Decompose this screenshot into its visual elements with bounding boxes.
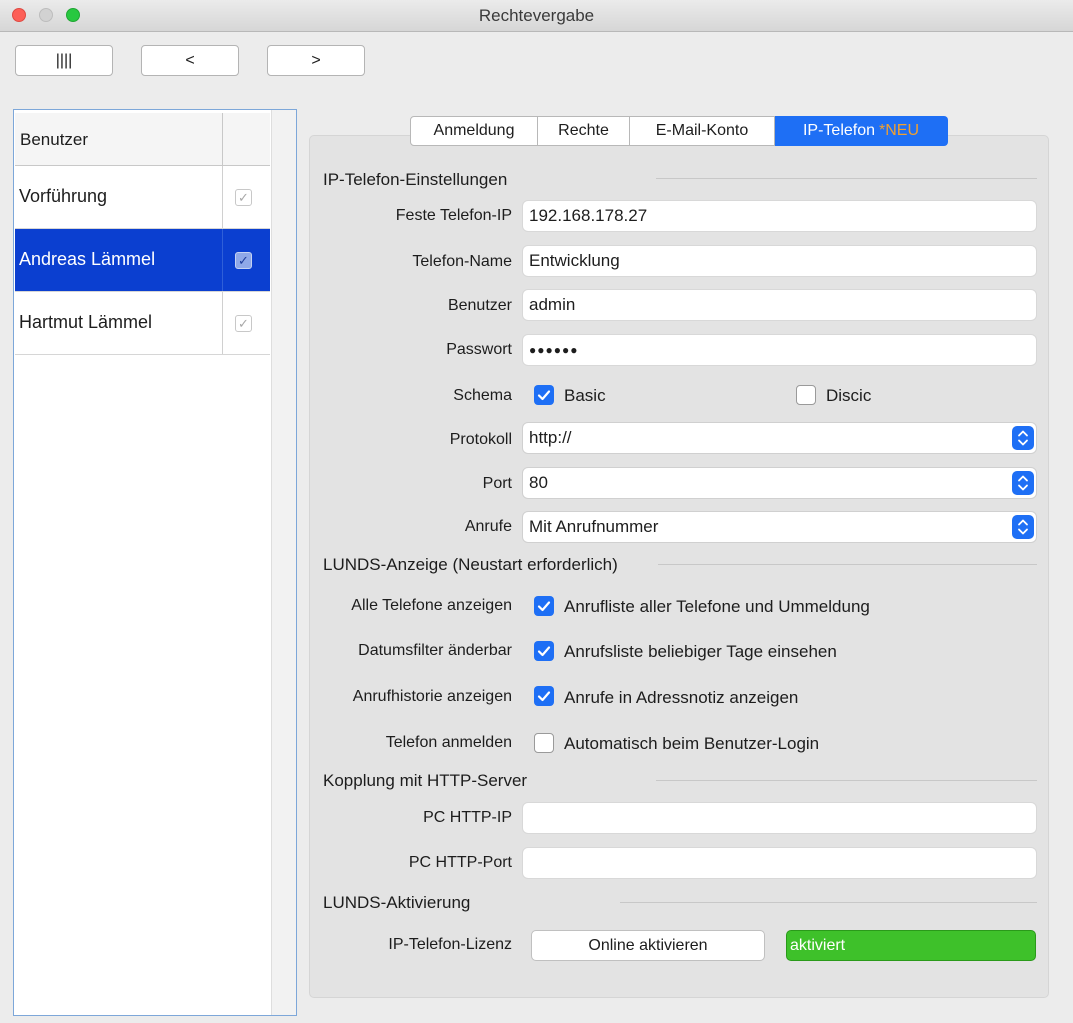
tab-label: IP-Telefon (802, 122, 876, 139)
section-lunds-display: LUNDS-Anzeige (Neustart erforderlich) (323, 555, 618, 574)
protocol-label: Protokoll (449, 431, 512, 448)
user-row[interactable]: Vorführung ✓ (15, 166, 270, 229)
activation-status: aktiviert (786, 930, 1036, 961)
date-filter-option: Anrufsliste beliebiger Tage einsehen (564, 642, 837, 661)
user-field[interactable]: admin (522, 289, 1037, 321)
new-badge: *NEU (879, 122, 920, 139)
checkmark-icon (537, 390, 551, 401)
fixed-ip-label: Feste Telefon-IP (395, 207, 512, 224)
date-filter-label: Datumsfilter änderbar (358, 642, 512, 659)
show-all-phones-option: Anrufliste aller Telefone und Ummeldung (564, 597, 870, 616)
phone-login-option: Automatisch beim Benutzer-Login (564, 734, 820, 753)
call-history-option: Anrufe in Adressnotiz anzeigen (564, 688, 799, 707)
license-label: IP-Telefon-Lizenz (388, 936, 512, 953)
divider (656, 178, 1037, 179)
user-enabled-checkbox[interactable]: ✓ (235, 189, 252, 206)
phone-name-label: Telefon-Name (412, 253, 512, 270)
calls-value: Mit Anrufnummer (529, 517, 659, 536)
checkmark-icon (537, 646, 551, 657)
protocol-value: http:// (529, 428, 572, 447)
password-label: Passwort (446, 341, 512, 358)
schema-label: Schema (453, 387, 512, 404)
user-row-selected[interactable]: Andreas Lämmel ✓ (15, 229, 270, 292)
section-ip-settings: IP-Telefon-Einstellungen (323, 170, 508, 189)
user-enabled-checkbox[interactable]: ✓ (235, 315, 252, 332)
user-list-scrollbar[interactable] (271, 110, 296, 1015)
select-arrows-icon (1012, 515, 1034, 539)
section-http-server: Kopplung mit HTTP-Server (323, 771, 528, 790)
next-button[interactable]: > (267, 45, 365, 76)
user-enabled-checkbox[interactable]: ✓ (235, 252, 252, 269)
schema-discic-checkbox[interactable] (796, 385, 816, 405)
tab-rechte[interactable]: Rechte (538, 116, 630, 146)
show-all-phones-label: Alle Telefone anzeigen (351, 597, 512, 614)
user-label: Benutzer (447, 297, 512, 314)
call-history-checkbox[interactable] (534, 686, 554, 706)
pc-http-ip-field[interactable] (522, 802, 1037, 834)
port-label: Port (482, 475, 512, 492)
user-row[interactable]: Hartmut Lämmel ✓ (15, 292, 270, 355)
schema-basic-checkbox[interactable] (534, 385, 554, 405)
select-arrows-icon (1012, 426, 1034, 450)
window-title: Rechtevergabe (478, 6, 595, 25)
checkmark-icon (537, 691, 551, 702)
pc-http-port-field[interactable] (522, 847, 1037, 879)
pc-http-ip-label: PC HTTP-IP (423, 809, 512, 826)
port-select[interactable]: 80 (522, 467, 1037, 499)
call-history-label: Anrufhistorie anzeigen (352, 688, 512, 705)
port-value: 80 (529, 473, 548, 492)
date-filter-checkbox[interactable] (534, 641, 554, 661)
user-list-header: Benutzer (15, 113, 270, 166)
user-list[interactable]: Benutzer Vorführung ✓ Andreas Lämmel ✓ H… (13, 109, 297, 1016)
previous-button[interactable]: < (141, 45, 239, 76)
tab-email-konto[interactable]: E-Mail-Konto (630, 116, 775, 146)
tab-ip-telefon[interactable]: IP-Telefon *NEU (775, 116, 948, 146)
tab-anmeldung[interactable]: Anmeldung (410, 116, 538, 146)
user-name: Andreas Lämmel (19, 249, 156, 269)
user-name: Hartmut Lämmel (19, 312, 153, 332)
select-arrows-icon (1012, 471, 1034, 495)
protocol-select[interactable]: http:// (522, 422, 1037, 454)
phone-name-field[interactable]: Entwicklung (522, 245, 1037, 277)
phone-login-label: Telefon anmelden (385, 734, 512, 751)
password-field[interactable]: ●●●●●● (522, 334, 1037, 366)
user-column-header: Benutzer (20, 130, 89, 149)
pc-http-port-label: PC HTTP-Port (408, 854, 512, 871)
online-activate-button[interactable]: Online aktivieren (531, 930, 765, 961)
title-bar: Rechtevergabe (0, 0, 1073, 32)
section-activation: LUNDS-Aktivierung (323, 893, 471, 912)
divider (656, 780, 1037, 781)
divider (658, 564, 1037, 565)
tab-bar: Anmeldung Rechte E-Mail-Konto IP-Telefon… (410, 116, 948, 146)
columns-button[interactable]: |||| (15, 45, 113, 76)
show-all-phones-checkbox[interactable] (534, 596, 554, 616)
user-name: Vorführung (19, 186, 108, 206)
schema-basic-label: Basic (564, 386, 606, 405)
schema-discic-label: Discic (826, 386, 872, 405)
fixed-ip-field[interactable]: 192.168.178.27 (522, 200, 1037, 232)
divider (620, 902, 1037, 903)
calls-label: Anrufe (464, 518, 512, 535)
phone-login-checkbox[interactable] (534, 733, 554, 753)
checkmark-icon (537, 601, 551, 612)
calls-select[interactable]: Mit Anrufnummer (522, 511, 1037, 543)
